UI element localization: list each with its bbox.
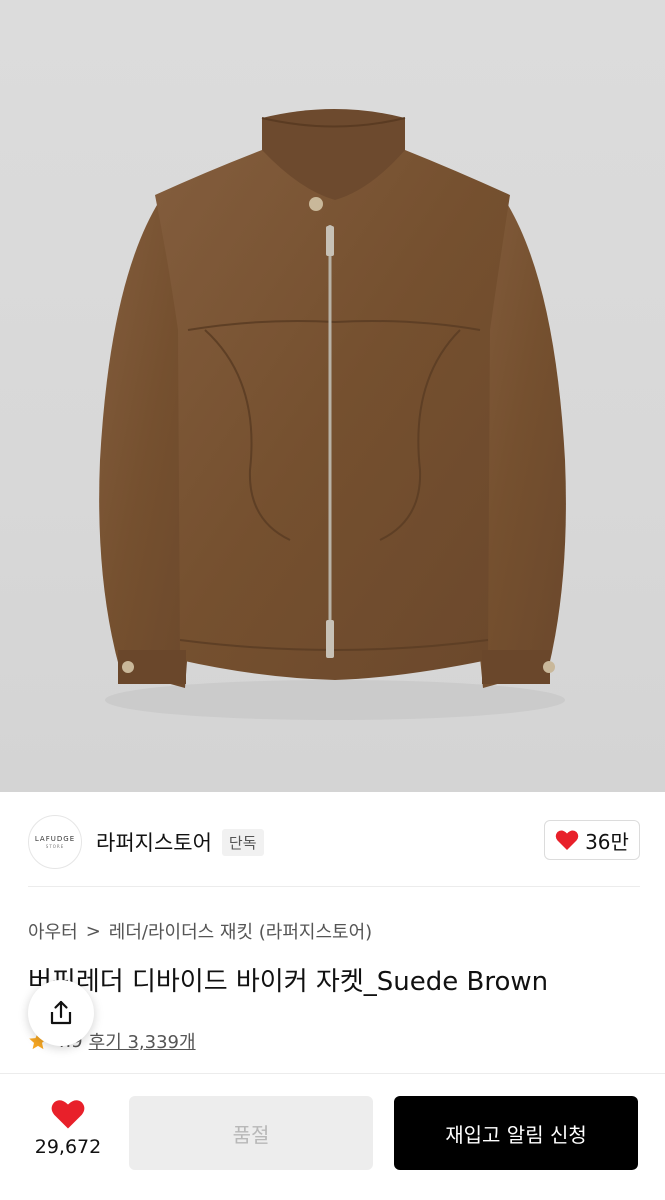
product-image[interactable] (0, 0, 665, 792)
review-count-link[interactable]: 후기 3,339개 (89, 1028, 196, 1054)
product-title: 버핀레더 디바이드 바이커 자켓_Suede Brown (28, 967, 549, 997)
brand-name[interactable]: 라퍼지스토어 (96, 827, 212, 857)
soldout-button[interactable]: 품절 (129, 1096, 373, 1170)
chevron-right-icon: > (85, 920, 101, 942)
breadcrumb: 아우터 > 레더/라이더스 재킷 (라퍼지스토어) (28, 918, 372, 944)
favorite-count: 29,672 (34, 1136, 102, 1158)
exclusive-badge: 단독 (221, 828, 264, 856)
brand-like-button[interactable]: 36만 (544, 820, 640, 860)
breadcrumb-category[interactable]: 아우터 (28, 918, 78, 944)
breadcrumb-subcategory[interactable]: 레더/라이더스 재킷 (라퍼지스토어) (109, 918, 372, 944)
brand-like-count: 36만 (585, 829, 629, 854)
brand-row[interactable]: LAFUDGE STORE 라퍼지스토어 단독 36만 (28, 812, 640, 872)
jacket-illustration (99, 109, 566, 720)
brand-logo-subtext: STORE (45, 844, 65, 849)
brand-logo-text: LAFUDGE (34, 835, 76, 843)
share-icon (50, 1000, 72, 1025)
favorite-button[interactable]: 29,672 (30, 1098, 106, 1158)
divider (28, 886, 640, 887)
brand-logo[interactable]: LAFUDGE STORE (28, 815, 82, 869)
heart-icon (51, 1100, 85, 1129)
restock-alert-button[interactable]: 재입고 알림 신청 (394, 1096, 638, 1170)
share-button[interactable] (28, 980, 94, 1046)
bottom-bar-divider (0, 1073, 665, 1074)
heart-icon (555, 830, 579, 850)
